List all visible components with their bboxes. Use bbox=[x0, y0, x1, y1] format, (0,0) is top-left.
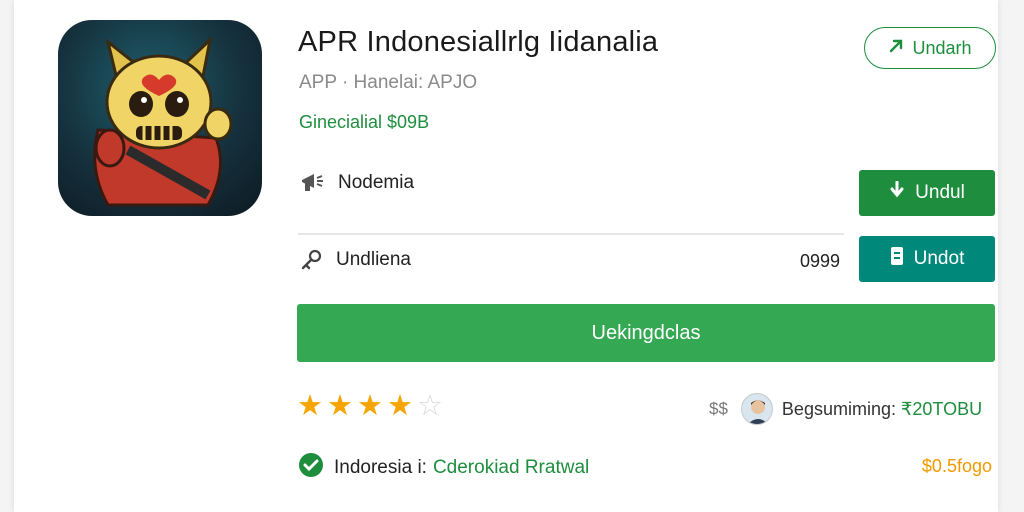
app-listing-card: APR Indonesiallrlg Iidanalia APP · Hanel… bbox=[14, 0, 998, 512]
header-download-button[interactable]: Undarh bbox=[864, 27, 996, 69]
divider bbox=[298, 233, 844, 235]
star-filled-icon: ★ bbox=[357, 390, 383, 422]
info-row-1[interactable]: Nodemia bbox=[300, 172, 414, 194]
header-download-label: Undarh bbox=[912, 37, 972, 58]
verified-row: Indoresia i: Cderokiad Rratwal bbox=[298, 452, 589, 484]
currency-symbol: $$ bbox=[709, 399, 728, 418]
download-arrow-icon bbox=[888, 38, 904, 59]
app-subtitle: APP · Hanelai: APJO bbox=[299, 72, 478, 93]
developer-value: ₹20TOBU bbox=[900, 398, 983, 419]
document-icon bbox=[890, 246, 904, 272]
app-price: Ginecialial $09B bbox=[299, 112, 430, 132]
secondary-button-label: Undot bbox=[913, 248, 965, 269]
wide-action-label: Uekingdclas bbox=[591, 321, 701, 344]
megaphone-icon bbox=[300, 172, 326, 194]
footer-price: $0.5fogo bbox=[921, 456, 992, 476]
star-filled-icon: ★ bbox=[327, 390, 353, 422]
secondary-button[interactable]: Undot bbox=[859, 236, 995, 282]
app-icon[interactable] bbox=[58, 20, 262, 216]
download-arrow-icon bbox=[889, 180, 905, 205]
developer-label: Begsumiming: bbox=[781, 398, 896, 419]
info-row-2-value: 0999 bbox=[799, 251, 840, 271]
developer-info: $$ Begsumiming: ₹20TOBU bbox=[709, 393, 982, 425]
star-empty-icon: ☆ bbox=[417, 390, 443, 422]
info-row-2-label: Undliena bbox=[336, 249, 411, 270]
primary-download-button[interactable]: Undul bbox=[859, 170, 995, 216]
verified-label: Indoresia i: bbox=[334, 457, 427, 478]
info-row-1-label: Nodemia bbox=[338, 172, 415, 193]
primary-download-label: Undul bbox=[915, 182, 965, 203]
rating-stars: ★ ★ ★ ★ ☆ bbox=[297, 390, 443, 422]
avatar[interactable] bbox=[740, 393, 773, 425]
app-title: APR Indonesiallrlg Iidanalia bbox=[298, 26, 659, 58]
info-row-2[interactable]: Undliena bbox=[300, 249, 411, 271]
wide-action-button[interactable]: Uekingdclas bbox=[297, 304, 995, 362]
check-circle-icon bbox=[298, 452, 324, 484]
verified-value[interactable]: Cderokiad Rratwal bbox=[433, 457, 589, 479]
key-icon bbox=[300, 249, 324, 271]
star-filled-icon: ★ bbox=[387, 390, 413, 422]
star-filled-icon: ★ bbox=[297, 390, 323, 422]
